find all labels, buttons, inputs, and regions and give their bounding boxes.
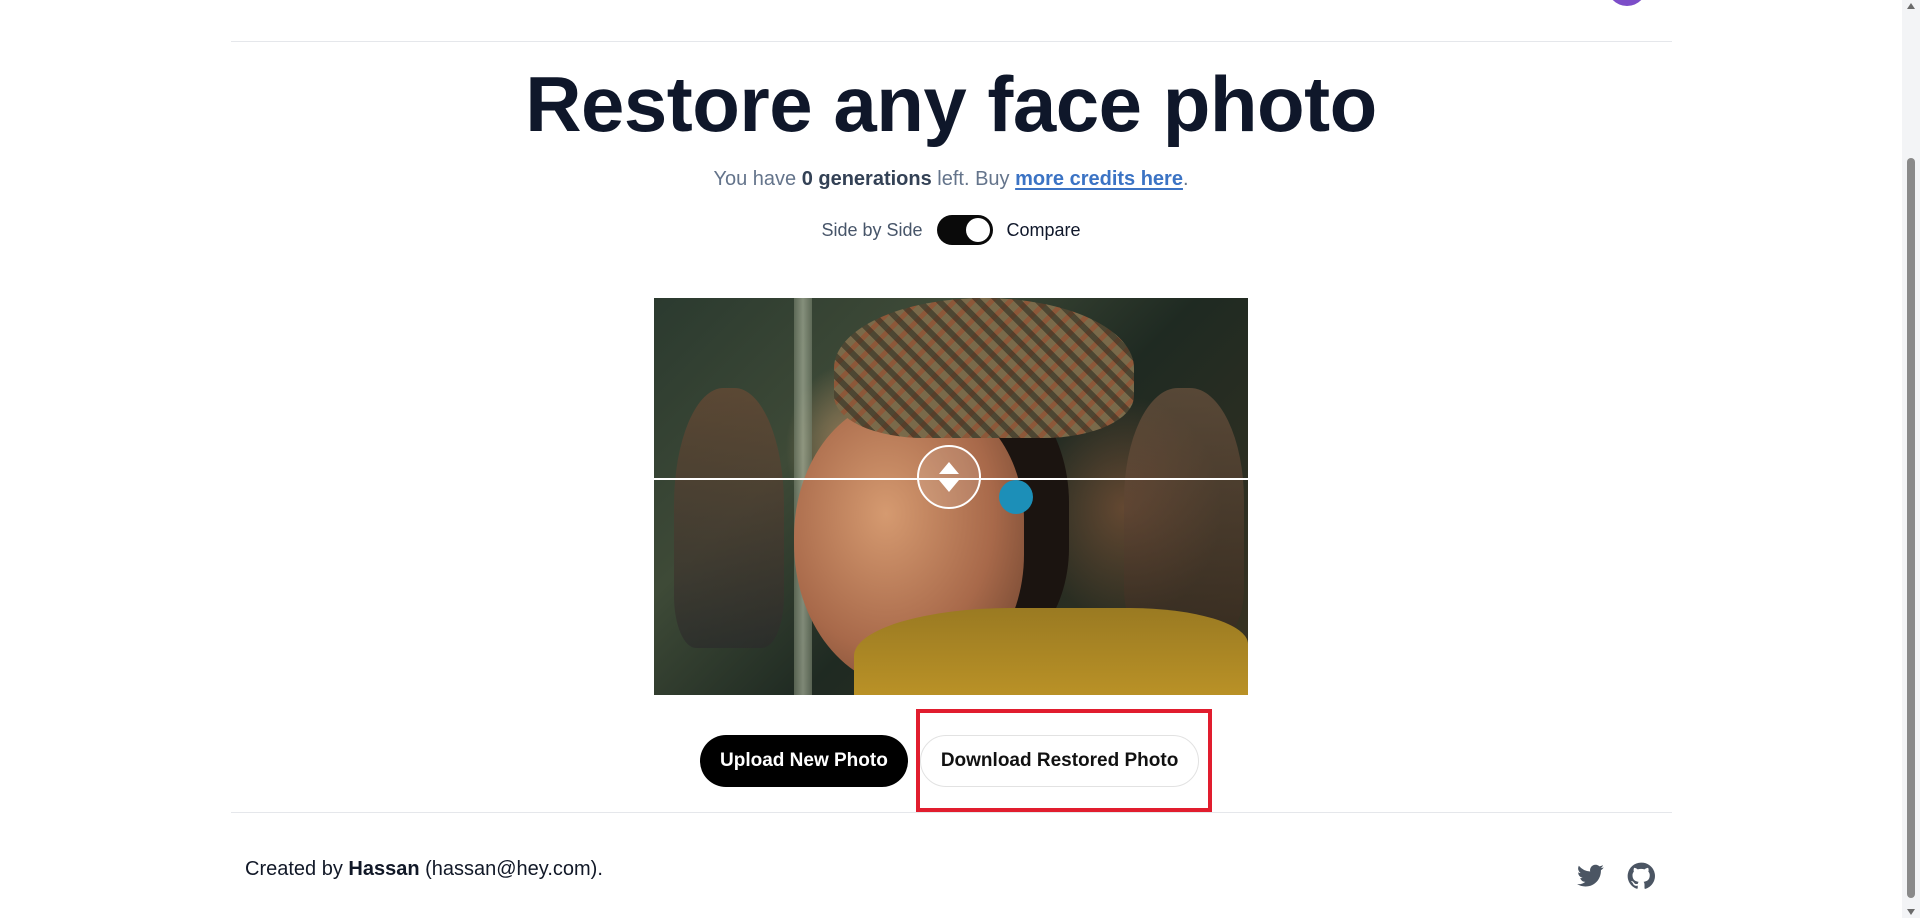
highlight-annotation-box <box>916 709 1212 812</box>
page-scrollbar[interactable] <box>1902 0 1920 918</box>
down-arrow-icon <box>939 480 959 492</box>
subject-cap <box>834 298 1134 438</box>
subject-earbud <box>999 480 1033 514</box>
github-icon[interactable] <box>1627 862 1655 890</box>
footer-email: (hassan@hey.com). <box>419 858 603 880</box>
up-arrow-icon <box>939 462 959 474</box>
compare-slider-handle[interactable] <box>917 445 981 509</box>
compare-label: Compare <box>1006 219 1081 240</box>
side-by-side-label: Side by Side <box>821 219 923 240</box>
credits-prefix: You have <box>713 168 802 190</box>
credits-middle: left. Buy <box>931 168 1016 190</box>
background-person-right <box>1124 388 1244 638</box>
view-mode-toggle-row: Side by Side Compare <box>0 214 1902 246</box>
twitter-icon-svg <box>1577 864 1604 887</box>
compare-photo <box>654 298 1248 695</box>
credits-count: 0 generations <box>801 168 932 190</box>
header-divider <box>231 41 1672 42</box>
credits-suffix: . <box>1182 168 1189 190</box>
scrollbar-thumb[interactable] <box>1907 158 1915 898</box>
scroll-down-arrow-icon[interactable] <box>1907 909 1915 915</box>
buy-credits-link[interactable]: more credits here <box>1015 168 1183 190</box>
footer-author: Hassan <box>348 858 420 880</box>
switch-knob <box>965 218 990 242</box>
footer-credit: Created by Hassan (hassan@hey.com). <box>245 858 603 881</box>
footer-divider <box>231 812 1672 813</box>
credits-text: You have 0 generations left. Buy more cr… <box>0 166 1902 192</box>
view-mode-switch[interactable] <box>936 215 993 245</box>
page: Restore any face photo You have 0 genera… <box>0 0 1920 918</box>
page-title: Restore any face photo <box>525 60 1377 148</box>
scroll-up-arrow-icon[interactable] <box>1907 3 1915 9</box>
subject-jacket <box>854 608 1248 695</box>
background-person-left <box>674 388 784 648</box>
upload-new-photo-button[interactable]: Upload New Photo <box>700 735 908 787</box>
user-avatar[interactable] <box>1607 0 1647 6</box>
footer-prefix: Created by <box>245 858 349 880</box>
twitter-icon[interactable] <box>1577 862 1605 890</box>
github-icon-svg <box>1627 862 1655 889</box>
